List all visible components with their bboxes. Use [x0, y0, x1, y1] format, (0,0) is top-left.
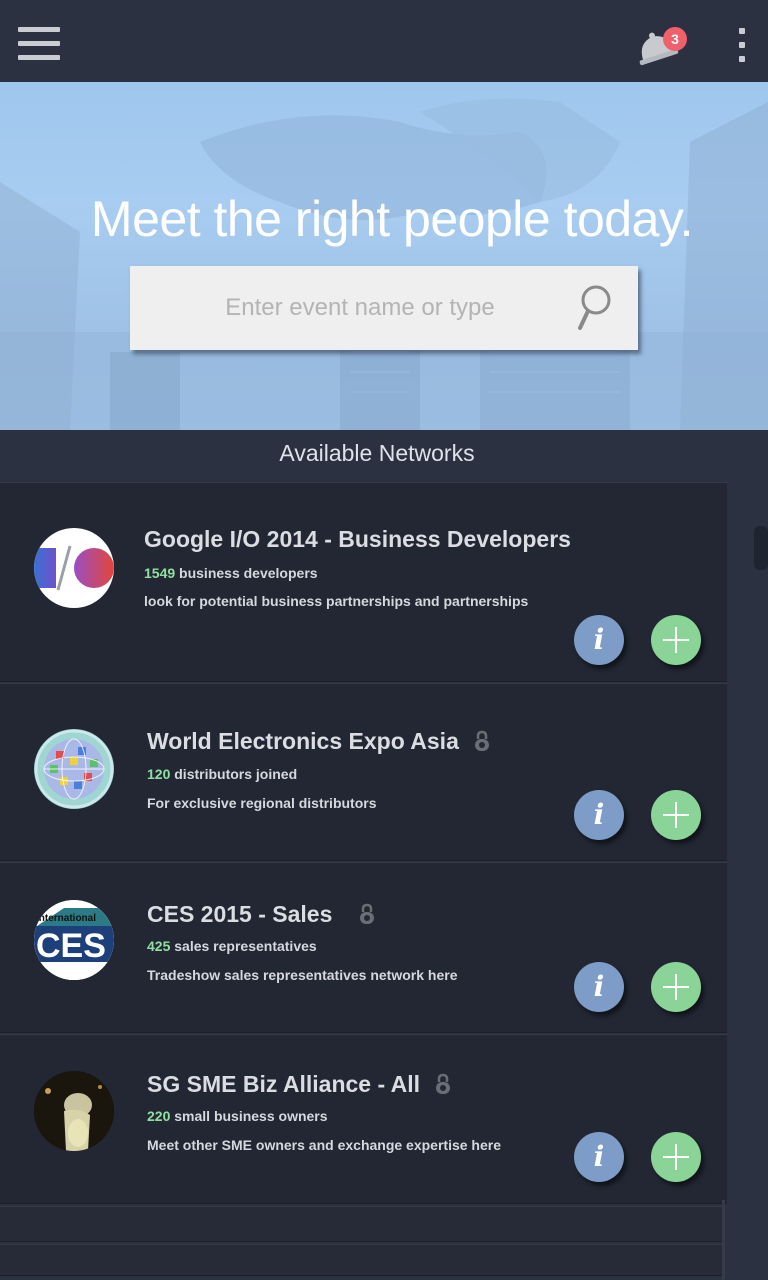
info-button[interactable]: i [574, 615, 624, 665]
network-card[interactable]: SG SME Biz Alliance - All 220 small busi… [0, 1034, 727, 1204]
ces-logo-international-text: International [36, 913, 96, 924]
menu-icon[interactable] [18, 27, 60, 61]
search-box[interactable] [130, 266, 638, 350]
network-title: Google I/O 2014 - Business Developers [144, 526, 571, 552]
lock-icon [436, 1073, 451, 1094]
google-io-logo [34, 528, 114, 608]
ces-logo: International CES [34, 900, 114, 980]
network-title: CES 2015 - Sales [147, 901, 376, 928]
network-description: look for potential business partnerships… [144, 593, 529, 609]
network-card[interactable]: World Electronics Expo Asia 120 distribu… [0, 683, 727, 861]
hero-banner: Meet the right people today. [0, 82, 768, 430]
member-count-number: 1549 [144, 565, 176, 581]
network-description: Tradeshow sales representatives network … [147, 967, 458, 983]
network-title-text: SG SME Biz Alliance - All [147, 1071, 421, 1097]
network-description: Meet other SME owners and exchange exper… [147, 1137, 502, 1153]
join-network-button[interactable] [651, 790, 701, 840]
network-title: SG SME Biz Alliance - All [147, 1071, 452, 1098]
world-electronics-expo-logo [34, 729, 114, 809]
member-count-number: 120 [147, 766, 171, 782]
join-network-button[interactable] [651, 1132, 701, 1182]
app-bar: 3 [0, 0, 768, 82]
ces-logo-ces-text: CES [36, 927, 106, 965]
network-card[interactable]: International CES CES 2015 - Sales 425 s… [0, 862, 727, 1033]
info-button[interactable]: i [574, 962, 624, 1012]
lock-icon [474, 730, 489, 751]
member-count-number: 220 [147, 1108, 171, 1124]
scrollbar-track [722, 1200, 725, 1280]
notification-count-badge: 3 [663, 27, 687, 51]
join-network-button[interactable] [651, 962, 701, 1012]
sg-sme-logo [34, 1071, 114, 1151]
search-input[interactable] [130, 266, 580, 350]
member-count-number: 425 [147, 938, 171, 954]
network-card[interactable]: Google I/O 2014 - Business Developers 15… [0, 482, 727, 682]
network-member-count: 1549 business developers [144, 565, 318, 581]
section-title: Available Networks [279, 440, 475, 466]
member-count-label: sales representatives [174, 938, 317, 954]
scrollbar-thumb[interactable] [754, 526, 768, 570]
network-title: World Electronics Expo Asia [147, 728, 491, 755]
network-title-text: World Electronics Expo Asia [147, 728, 459, 754]
search-icon[interactable] [572, 282, 616, 334]
network-member-count: 425 sales representatives [147, 938, 317, 954]
info-button[interactable]: i [574, 790, 624, 840]
hero-title: Meet the right people today. [90, 191, 694, 247]
list-item-partial [0, 1206, 723, 1242]
network-title-text: CES 2015 - Sales [147, 901, 333, 927]
lock-icon [360, 903, 375, 924]
join-network-button[interactable] [651, 615, 701, 665]
overflow-menu-icon[interactable] [734, 26, 750, 64]
handshake-background-image [0, 98, 768, 430]
info-button[interactable]: i [574, 1132, 624, 1182]
network-description: For exclusive regional distributors [147, 795, 377, 811]
network-member-count: 220 small business owners [147, 1108, 328, 1124]
network-member-count: 120 distributors joined [147, 766, 297, 782]
member-count-label: distributors joined [174, 766, 298, 782]
notifications-button[interactable]: 3 [632, 26, 688, 66]
member-count-label: small business owners [174, 1108, 328, 1124]
list-item-partial [0, 1244, 723, 1276]
member-count-label: business developers [179, 565, 318, 581]
